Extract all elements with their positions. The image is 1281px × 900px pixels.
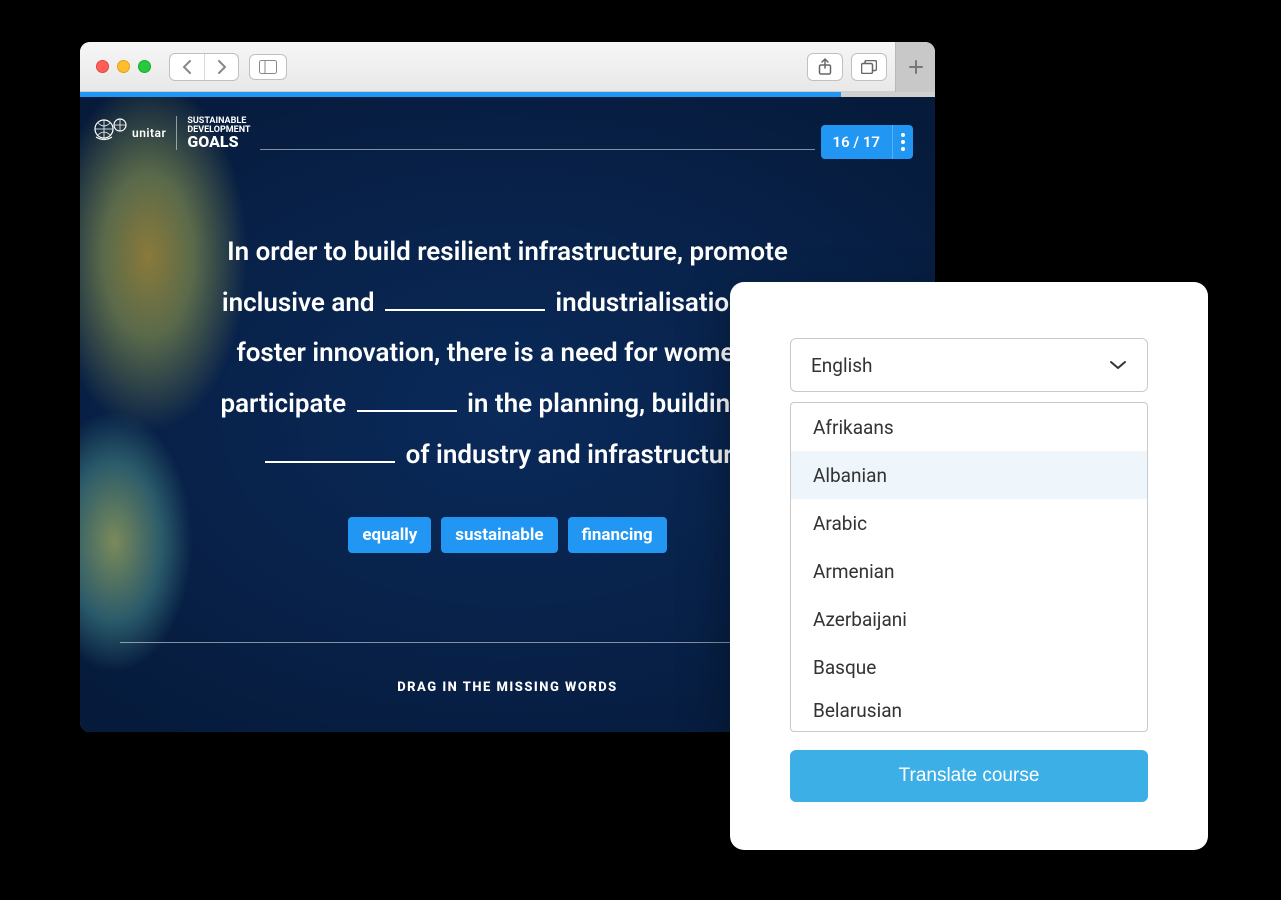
q-line3: foster innovation, there is a need for w… [236,338,778,368]
sidebar-toggle-button[interactable] [249,54,287,80]
option-armenian[interactable]: Armenian [791,547,1147,595]
blank-3[interactable] [265,434,395,463]
logo-line3: GOALS [187,135,250,149]
logo-divider [176,116,177,150]
sidebar-icon [259,60,277,74]
progress-counter[interactable]: 16 / 17 [821,125,913,159]
translate-panel: English Afrikaans Albanian Arabic Armeni… [730,282,1208,850]
blank-2[interactable] [357,383,457,412]
maximize-window-button[interactable] [138,60,151,73]
close-window-button[interactable] [96,60,109,73]
chevron-right-icon [217,60,227,74]
title-bar [80,42,935,92]
counter-text: 16 / 17 [821,133,892,151]
share-button[interactable] [807,53,843,81]
traffic-lights [96,60,151,73]
back-button[interactable] [170,54,204,80]
q-line4a: participate [220,389,346,419]
option-arabic[interactable]: Arabic [791,499,1147,547]
chip-equally[interactable]: equally [348,517,431,553]
q-line2a: inclusive and [222,288,375,318]
option-basque[interactable]: Basque [791,643,1147,691]
share-icon [818,58,832,76]
course-menu-button[interactable] [892,125,913,159]
language-select[interactable]: English [790,338,1148,392]
forward-button[interactable] [204,54,238,80]
minimize-window-button[interactable] [117,60,130,73]
chevron-left-icon [182,60,192,74]
logo-text: unitar [132,127,166,139]
un-emblem-icon [92,115,128,151]
top-divider [260,149,815,150]
plus-icon [908,59,924,75]
chip-sustainable[interactable]: sustainable [441,517,557,553]
option-albanian[interactable]: Albanian [791,451,1147,499]
tabs-icon [861,60,877,74]
logo: unitar SUSTAINABLE DEVELOPMENT GOALS [92,115,251,151]
new-tab-button[interactable] [895,42,935,92]
option-azerbaijani[interactable]: Azerbaijani [791,595,1147,643]
selected-language: English [811,354,872,377]
language-options: Afrikaans Albanian Arabic Armenian Azerb… [790,402,1148,732]
translate-button[interactable]: Translate course [790,750,1148,802]
option-belarusian[interactable]: Belarusian [791,691,1147,731]
nav-buttons [169,53,239,81]
chip-financing[interactable]: financing [568,517,667,553]
option-afrikaans[interactable]: Afrikaans [791,403,1147,451]
q-line1: In order to build resilient infrastructu… [227,237,788,267]
logo-org: unitar [132,127,166,139]
logo-sdg-text: SUSTAINABLE DEVELOPMENT GOALS [187,117,250,149]
blank-1[interactable] [385,282,545,311]
tabs-button[interactable] [851,53,887,81]
q-line5b: of industry and infrastructure. [406,440,754,470]
chevron-down-icon [1109,360,1127,370]
